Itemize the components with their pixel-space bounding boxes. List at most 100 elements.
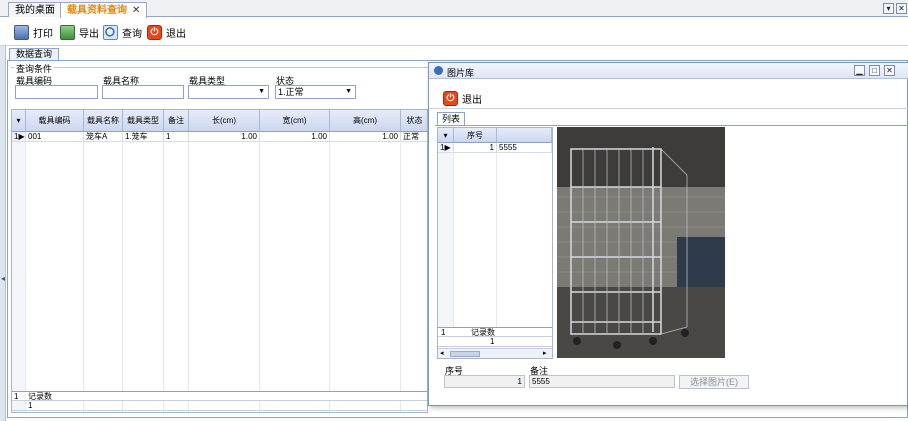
left-splitter[interactable]: ◂ bbox=[0, 46, 6, 421]
footer-count: 1 bbox=[490, 337, 495, 346]
app-icon bbox=[434, 66, 443, 75]
row-indicator-column bbox=[438, 143, 454, 327]
scroll-right-icon[interactable]: ▸ bbox=[543, 349, 547, 357]
col-header-label: 载具名称 bbox=[87, 116, 119, 125]
horizontal-scrollbar[interactable]: ◂ ▸ bbox=[438, 348, 552, 358]
col-header-code[interactable]: 载具编码 bbox=[26, 110, 84, 132]
tab-list-dropdown-icon[interactable]: ▾ bbox=[883, 3, 894, 14]
magnifier-icon bbox=[103, 24, 118, 40]
tab-close-icon[interactable]: ✕ bbox=[132, 5, 140, 16]
cell-length[interactable]: 1.00 bbox=[189, 132, 260, 142]
col-header-status[interactable]: 状态 bbox=[401, 110, 427, 132]
printer-icon bbox=[14, 24, 29, 40]
cart-photo bbox=[557, 127, 725, 358]
print-label: 打印 bbox=[33, 28, 53, 40]
grid-footer-count: 1 bbox=[12, 401, 427, 411]
grid-column-line bbox=[164, 132, 189, 412]
grid-footer-summary: 1 记录数 bbox=[438, 327, 552, 337]
select-image-label: 选择图片(E) bbox=[690, 377, 738, 387]
tab-my-desktop[interactable]: 我的桌面 bbox=[8, 2, 62, 17]
col-header-note[interactable]: 备注 bbox=[164, 110, 189, 132]
grid-column-line bbox=[26, 132, 84, 412]
status-select[interactable]: 1.正常 ▼ bbox=[275, 85, 356, 99]
col-header-label: 载具编码 bbox=[38, 116, 71, 125]
power-icon: ⏻ bbox=[147, 24, 162, 40]
col-header-seq[interactable]: 序号 bbox=[454, 128, 497, 143]
query-button[interactable]: 查询 bbox=[103, 23, 142, 41]
col-header-width[interactable]: 宽(cm) bbox=[260, 110, 330, 132]
cell-code[interactable]: 001 bbox=[26, 132, 84, 142]
cell-status[interactable]: 正常 bbox=[401, 132, 427, 142]
scroll-left-icon[interactable]: ◂ bbox=[440, 349, 444, 357]
grid-footer-count: 1 bbox=[438, 337, 552, 347]
tab-label: 我的桌面 bbox=[15, 5, 55, 16]
maximize-icon[interactable]: □ bbox=[869, 65, 880, 76]
grid-column-line bbox=[189, 132, 260, 412]
chevron-down-icon: ▼ bbox=[258, 88, 265, 95]
col-header-height[interactable]: 高(cm) bbox=[330, 110, 401, 132]
cell-seq[interactable]: 1 bbox=[454, 143, 497, 153]
footer-count: 1 bbox=[28, 401, 33, 410]
type-select[interactable]: ▼ bbox=[188, 85, 269, 99]
row-indicator-header: ▾ bbox=[12, 110, 26, 132]
vehicle-grid[interactable]: ▾ 载具编码 载具名称 载具类型 备注 长(cm) 宽(cm) 高(cm) 状态… bbox=[11, 109, 428, 413]
col-header-label: 备注 bbox=[168, 116, 184, 125]
row-number: 1 bbox=[14, 132, 19, 141]
cart-photo-image bbox=[557, 127, 725, 358]
image-library-titlebar[interactable]: 图片库 ▁ □ ✕ bbox=[429, 63, 908, 79]
query-label: 查询 bbox=[122, 28, 142, 40]
row-indicator[interactable]: 1▶ bbox=[438, 143, 454, 153]
name-input[interactable] bbox=[102, 85, 184, 99]
tab-list[interactable]: 列表 bbox=[437, 112, 466, 125]
export-button[interactable]: 导出 bbox=[60, 23, 99, 41]
image-list-grid[interactable]: ▾ 序号 1▶ 1 5555 1 记录数 1 ◂ ▸ bbox=[437, 127, 553, 359]
minimize-icon[interactable]: ▁ bbox=[854, 65, 865, 76]
close-window-icon[interactable]: ✕ bbox=[896, 3, 907, 14]
print-button[interactable]: 打印 bbox=[14, 23, 53, 41]
exit-button[interactable]: ⏻ 退出 bbox=[147, 23, 186, 41]
grid-column-line bbox=[260, 132, 330, 412]
image-library-toolbar bbox=[429, 85, 908, 109]
col-header-label: 序号 bbox=[467, 130, 483, 140]
cell-type[interactable]: 1.笼车 bbox=[123, 132, 164, 142]
power-icon: ⏻ bbox=[443, 90, 458, 106]
export-icon bbox=[60, 24, 75, 40]
tab-label: 载具资料查询 bbox=[67, 5, 127, 16]
col-header-type[interactable]: 载具类型 bbox=[123, 110, 164, 132]
select-image-button[interactable]: 选择图片(E) bbox=[679, 375, 749, 389]
col-header-name[interactable]: 载具名称 bbox=[84, 110, 123, 132]
row-indicator-column bbox=[12, 132, 26, 412]
col-header-label: 状态 bbox=[406, 116, 423, 125]
grid-column-line bbox=[330, 132, 401, 412]
code-input[interactable] bbox=[15, 85, 98, 99]
cell-note[interactable]: 1 bbox=[164, 132, 189, 142]
col-header-label: 宽(cm) bbox=[282, 116, 307, 125]
col-header-length[interactable]: 长(cm) bbox=[189, 110, 260, 132]
col-header-note[interactable] bbox=[497, 128, 552, 143]
export-label: 导出 bbox=[79, 28, 99, 40]
tab-data-query[interactable]: 数据查询 bbox=[9, 48, 60, 60]
scroll-thumb[interactable] bbox=[450, 351, 480, 357]
cell-name[interactable]: 笼车A bbox=[84, 132, 123, 142]
col-header-label: 高(cm) bbox=[353, 116, 377, 125]
cell-height[interactable]: 1.00 bbox=[330, 132, 401, 142]
chevron-down-icon: ▼ bbox=[345, 88, 352, 95]
grid-footer-summary: 1 记录数 bbox=[12, 391, 427, 401]
col-header-label: 载具类型 bbox=[127, 116, 159, 125]
grid-column-line bbox=[123, 132, 164, 412]
close-icon[interactable]: ✕ bbox=[884, 65, 895, 76]
window-title: 图片库 bbox=[447, 68, 475, 78]
status-select-value: 1.正常 bbox=[278, 87, 304, 97]
row-indicator[interactable]: 1▶ bbox=[12, 132, 26, 142]
cell-note[interactable]: 5555 bbox=[497, 143, 552, 153]
row-indicator-header: ▾ bbox=[438, 128, 454, 143]
tab-vehicle-query[interactable]: 载具资料查询 ✕ bbox=[60, 2, 148, 18]
note-field[interactable]: 5555 bbox=[529, 375, 675, 388]
image-exit-button[interactable]: ⏻ 退出 bbox=[443, 89, 482, 107]
seq-field[interactable]: 1 bbox=[444, 375, 525, 388]
row-number: 1 bbox=[440, 143, 445, 152]
exit-label: 退出 bbox=[462, 94, 482, 106]
cell-width[interactable]: 1.00 bbox=[260, 132, 330, 142]
splitter-arrow-icon: ◂ bbox=[1, 274, 6, 283]
grid-column-line bbox=[454, 143, 497, 327]
